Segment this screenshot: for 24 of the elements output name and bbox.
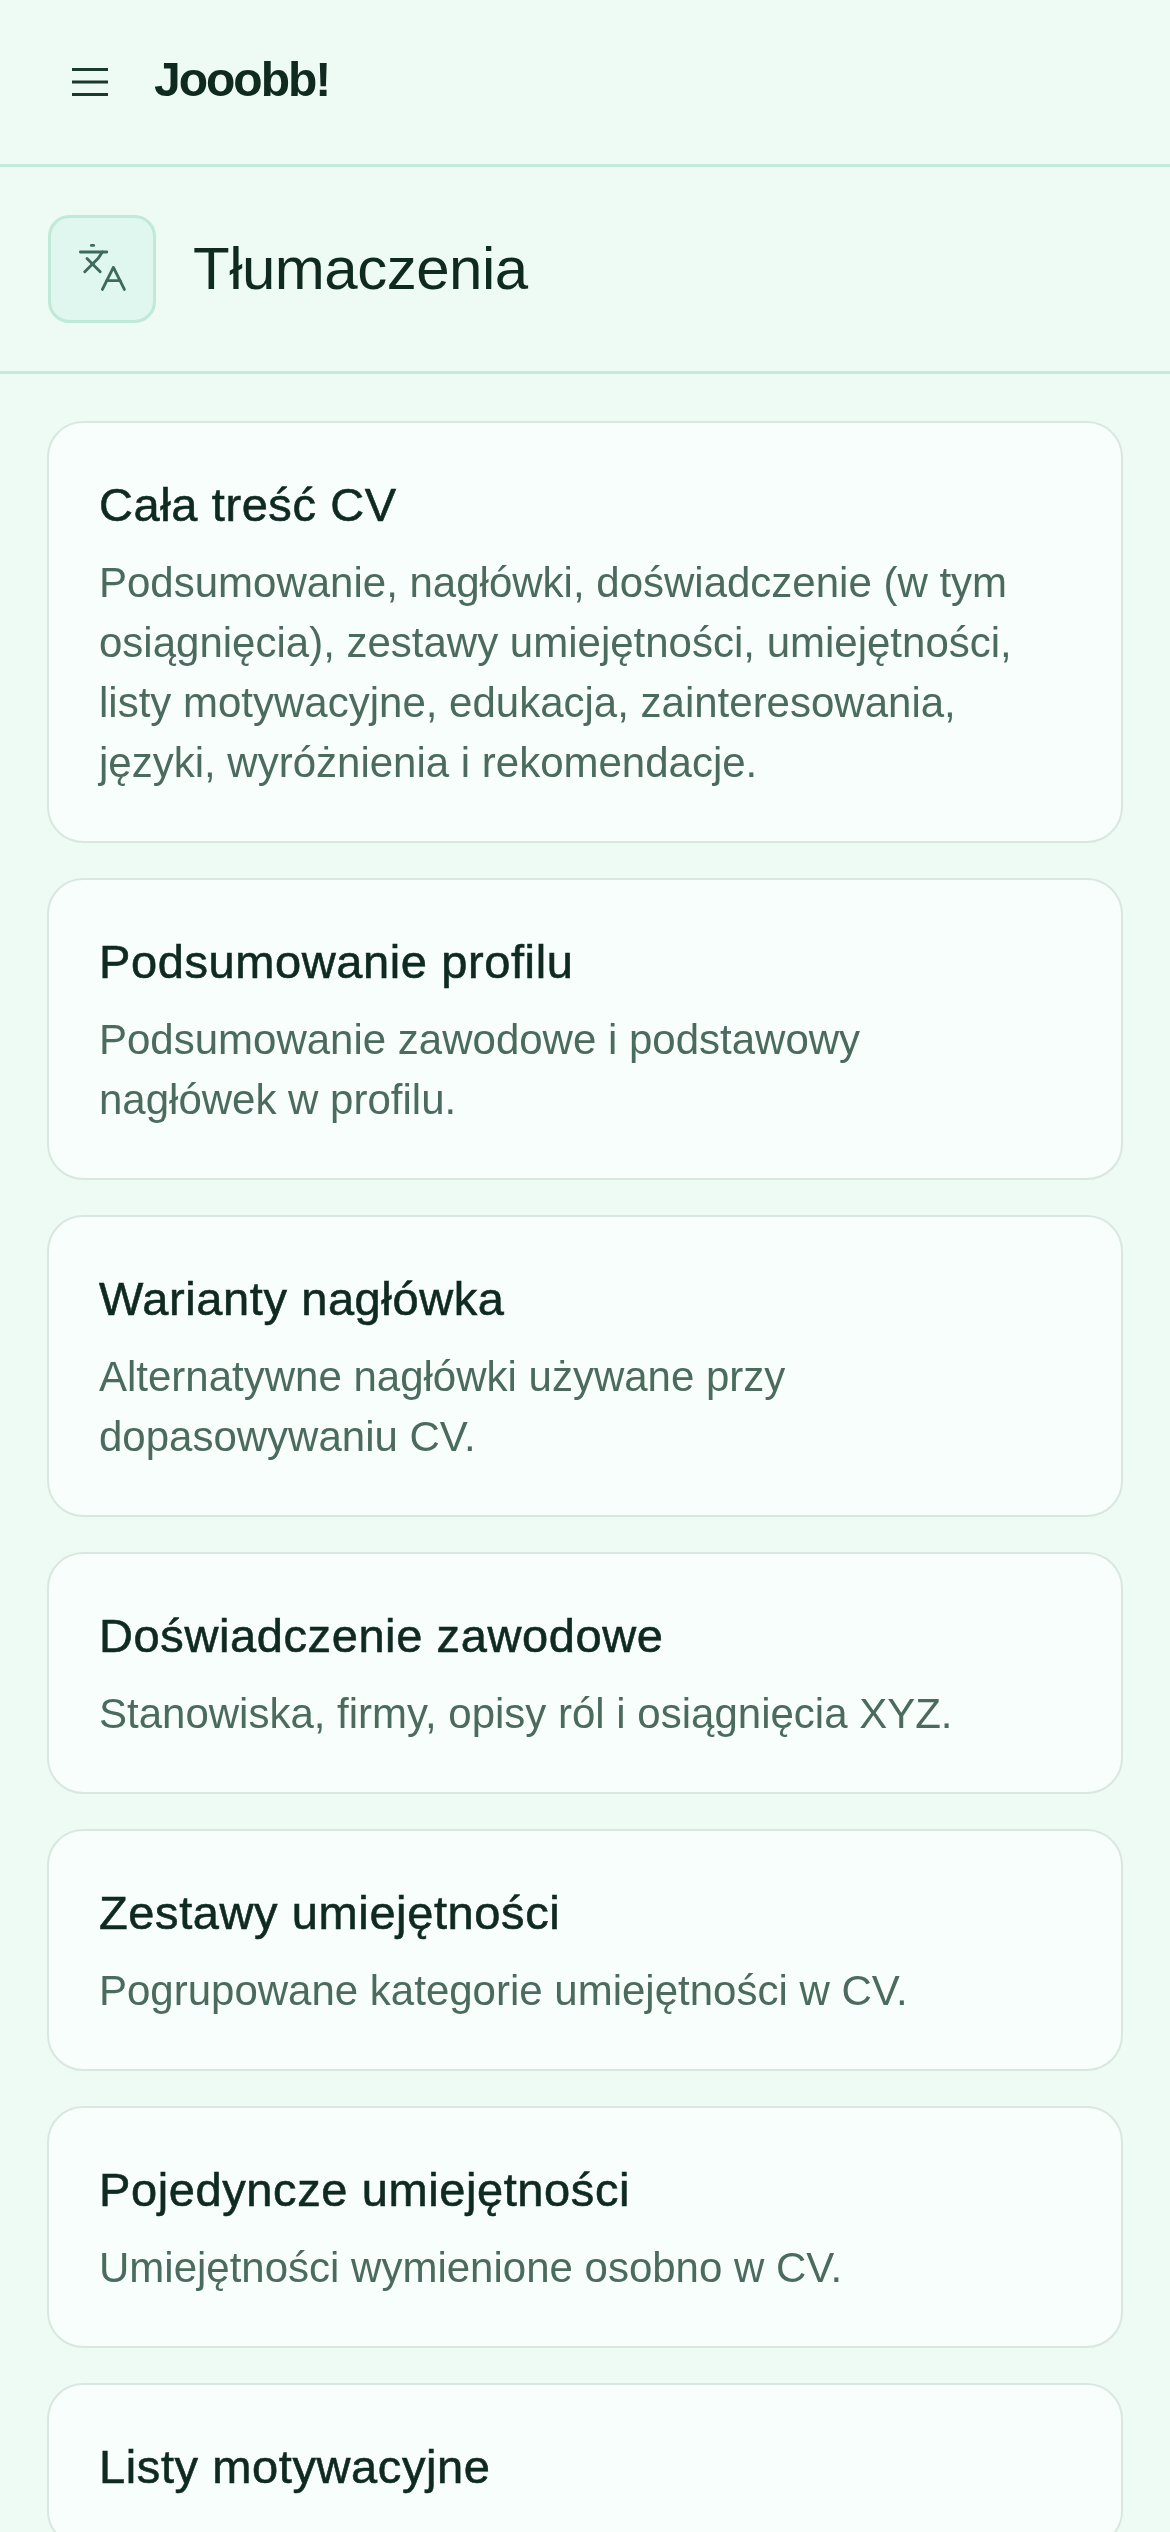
card-title: Zestawy umiejętności	[99, 1885, 562, 1941]
category-card[interactable]: Podsumowanie profilu Podsumowanie zawodowe i podstawowy nagłówek w profilu.	[47, 878, 1123, 1180]
category-card[interactable]: Cała treść CV Podsumowanie, nagłówki, doświadczenie (w tym osiągnięcia), zestawy umiejętności, umiejętności, listy motywacyjne, edukacja, zainteresowania, języki, wyróżnienia i rekomendacje.	[47, 421, 1123, 843]
card-title: Doświadczenie zawodowe	[99, 1608, 665, 1664]
page-title: Tłumaczenia	[193, 236, 528, 302]
card-description: Podsumowanie zawodowe i podstawowy nagłówek w profilu.	[99, 1015, 862, 1125]
card-description: Pogrupowane kategorie umiejętności w CV.	[99, 1966, 909, 2016]
card-title: Cała treść CV	[99, 477, 398, 533]
category-card[interactable]: Doświadczenie zawodowe Stanowiska, firmy, opisy ról i osiągnięcia XYZ.	[47, 1552, 1123, 1794]
category-card[interactable]: Pojedyncze umiejętności Umiejętności wymienione osobno w CV.	[47, 2106, 1123, 2348]
app-title: Jooobb!	[154, 56, 330, 104]
category-card[interactable]: Listy motywacyjne	[47, 2383, 1123, 2532]
card-description: Umiejętności wymienione osobno w CV.	[99, 2243, 844, 2293]
card-description: Alternatywne nagłówki używane przy dopasowywaniu CV.	[99, 1352, 787, 1462]
card-description: Stanowiska, firmy, opisy ról i osiągnięcia XYZ.	[99, 1689, 954, 1739]
menu-icon	[72, 68, 108, 96]
category-card[interactable]: Zestawy umiejętności Pogrupowane kategorie umiejętności w CV.	[47, 1829, 1123, 2071]
card-title: Warianty nagłówka	[99, 1271, 506, 1327]
card-title: Pojedyncze umiejętności	[99, 2162, 632, 2218]
card-title: Podsumowanie profilu	[99, 934, 575, 990]
card-description: Podsumowanie, nagłówki, doświadczenie (w tym osiągnięcia), zestawy umiejętności, umiejętności, listy motywacyjne, edukacja, zainteresowania, języki, wyróżnienia i rekomendacje.	[99, 558, 1013, 788]
category-card[interactable]: Warianty nagłówka Alternatywne nagłówki używane przy dopasowywaniu CV.	[47, 1215, 1123, 1517]
translate-icon	[48, 215, 156, 323]
card-title: Listy motywacyjne	[99, 2439, 492, 2495]
